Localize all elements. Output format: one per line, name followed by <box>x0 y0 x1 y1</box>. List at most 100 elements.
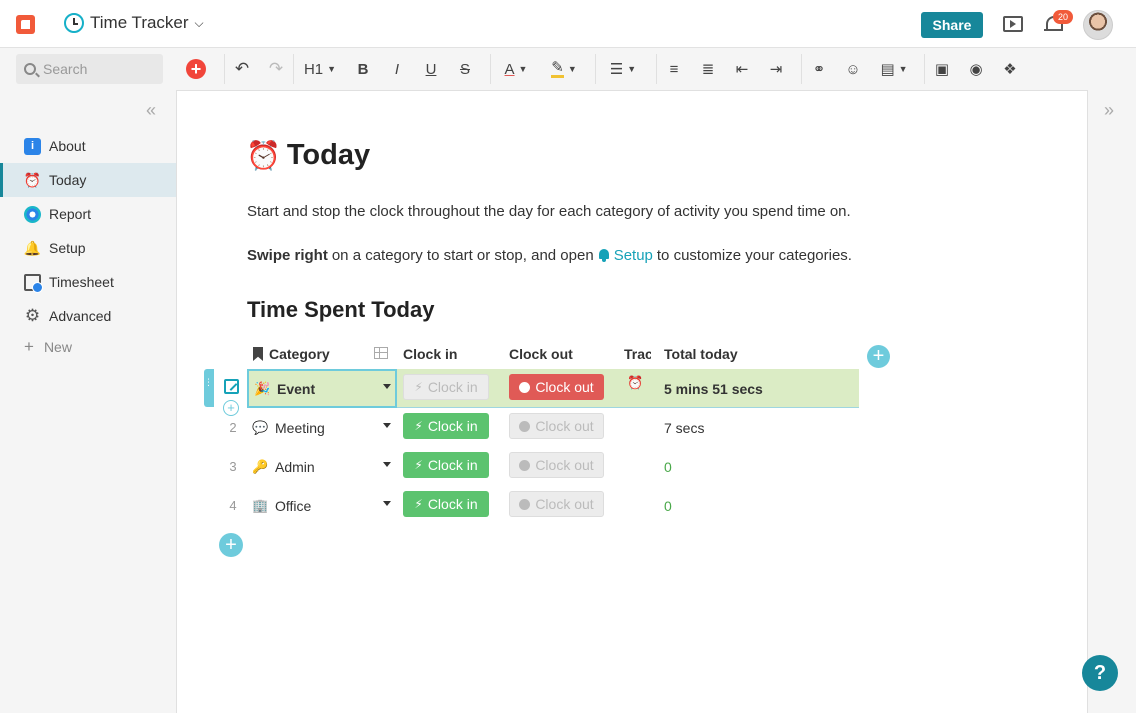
clock-out-button[interactable]: Clock out <box>509 374 604 400</box>
new-page-label: New <box>43 339 72 355</box>
row-number: 3 <box>229 459 237 474</box>
column-header-category[interactable]: Category <box>253 343 363 365</box>
sidebar-item-timesheet[interactable]: Timesheet <box>0 265 176 299</box>
text-color-menu[interactable]: A ▼ <box>491 54 541 84</box>
map-button[interactable]: ▣ <box>925 54 959 84</box>
packs-button[interactable]: ❖ <box>993 54 1027 84</box>
sidebar-item-today[interactable]: ⏰ Today <box>0 163 176 197</box>
sidebar-item-setup[interactable]: 🔔 Setup <box>0 231 176 265</box>
category-cell[interactable]: 🎉 Event <box>247 369 397 408</box>
clock-in-button[interactable]: ⚡ Clock in <box>403 491 489 517</box>
add-column-button[interactable]: + <box>867 345 890 368</box>
category-cell[interactable]: 🔑 Admin <box>247 447 397 486</box>
doc-title-menu[interactable]: Time Tracker ⌵ <box>64 13 204 33</box>
column-header-clock-out[interactable]: Clock out <box>509 343 599 365</box>
strikethrough-button[interactable]: S <box>448 54 482 84</box>
clock-out-label: Clock out <box>535 457 594 473</box>
row-number: 4 <box>229 498 237 513</box>
comment-menu[interactable]: ▤ ▼ <box>870 54 918 84</box>
lightning-icon: ⚡ <box>414 497 423 511</box>
underline-button[interactable]: U <box>414 54 448 84</box>
bold-button[interactable]: B <box>346 54 380 84</box>
column-label: Clock in <box>403 346 458 362</box>
top-bar: Time Tracker ⌵ Share 20 <box>0 0 1136 48</box>
category-cell[interactable]: 🏢 Office <box>247 486 397 525</box>
notification-count-badge: 20 <box>1053 10 1073 24</box>
clock-out-button[interactable]: Clock out <box>509 413 604 439</box>
present-icon[interactable] <box>1003 16 1023 32</box>
category-label: Admin <box>275 458 315 475</box>
share-button[interactable]: Share <box>921 12 983 38</box>
category-dropdown-icon[interactable] <box>383 501 391 506</box>
highlight-menu[interactable]: ✎ ▼ <box>541 54 587 84</box>
collapse-sidebar-icon[interactable]: « <box>146 100 156 121</box>
link-button[interactable]: ⚭ <box>802 54 836 84</box>
outdent-button[interactable]: ⇤ <box>725 54 759 84</box>
clock-in-button[interactable]: ⚡ Clock in <box>403 374 489 400</box>
clock-out-button[interactable]: Clock out <box>509 491 604 517</box>
insert-row-button[interactable]: + <box>223 400 239 416</box>
drag-handle-icon[interactable]: ⋮⋮ <box>204 369 222 407</box>
help-button[interactable]: ? <box>1082 655 1118 691</box>
clock-in-button[interactable]: ⚡ Clock in <box>403 413 489 439</box>
column-header-clock-in[interactable]: Clock in <box>403 343 493 365</box>
setup-link-label: Setup <box>613 247 653 264</box>
map-icon: ▣ <box>934 61 950 78</box>
column-header-tracking[interactable]: Tracking <box>624 343 651 365</box>
new-page-button[interactable]: + New <box>0 333 176 361</box>
setup-link[interactable]: Setup <box>598 247 653 264</box>
stop-dot-icon <box>519 381 531 393</box>
insert-button[interactable]: + <box>180 54 212 84</box>
align-left-icon: ☰ <box>609 61 624 78</box>
category-dropdown-icon[interactable] <box>383 462 391 467</box>
indent-button[interactable]: ⇥ <box>759 54 793 84</box>
add-row-button[interactable]: + <box>219 533 243 557</box>
column-label: Total today <box>664 346 738 362</box>
expand-row-icon[interactable] <box>224 379 239 394</box>
sidebar-item-report[interactable]: Report <box>0 197 176 231</box>
page-title: Today <box>286 139 371 171</box>
info-icon: i <box>24 137 41 155</box>
category-cell[interactable]: 💬 Meeting <box>247 408 397 447</box>
automation-button[interactable]: ◉ <box>959 54 993 84</box>
align-menu[interactable]: ☰ ▼ <box>596 54 650 84</box>
plus-icon: + <box>24 337 34 356</box>
table-row[interactable]: 4 🏢 Office ⚡ Clock in Clock out 0 <box>229 486 859 525</box>
chevron-down-icon: ⌵ <box>194 15 204 30</box>
sidebar-item-about[interactable]: i About <box>0 129 176 163</box>
tracking-alarm-icon: ⏰ <box>627 375 644 390</box>
table-row[interactable]: 3 🔑 Admin ⚡ Clock in Clock out 0 <box>229 447 859 486</box>
clock-in-button[interactable]: ⚡ Clock in <box>403 452 489 478</box>
bullet-list-button[interactable]: ≡ <box>657 54 691 84</box>
app-logo[interactable] <box>16 15 35 34</box>
redo-button[interactable]: ↷ <box>259 54 293 84</box>
search-input[interactable] <box>43 61 153 77</box>
undo-button[interactable]: ↶ <box>225 54 259 84</box>
table-row[interactable]: 🎉 Event ⚡ Clock in Clock out ⏰ 5 mins 51… <box>247 369 859 408</box>
column-header-total[interactable]: Total today <box>664 343 784 365</box>
italic-button[interactable]: I <box>380 54 414 84</box>
table-view-icon[interactable] <box>374 347 388 359</box>
lightning-icon: ⚡ <box>414 380 423 394</box>
expand-panel-icon[interactable]: » <box>1104 100 1114 121</box>
section-heading: Time Spent Today <box>247 297 435 322</box>
sidebar-item-advanced[interactable]: ⚙ Advanced <box>0 299 176 333</box>
bell-icon: 🔔 <box>23 239 42 256</box>
sidebar-item-label: Today <box>49 172 87 188</box>
stop-dot-icon <box>519 498 531 510</box>
emoji-button[interactable]: ☺ <box>836 54 870 84</box>
key-icon: 🔑 <box>252 458 269 474</box>
user-avatar[interactable] <box>1083 10 1113 40</box>
search-box[interactable] <box>16 54 163 84</box>
category-dropdown-icon[interactable] <box>383 423 391 428</box>
table-row[interactable]: 2 💬 Meeting ⚡ Clock in Clock out 7 secs <box>229 408 859 447</box>
clock-out-button[interactable]: Clock out <box>509 452 604 478</box>
row-number: 2 <box>229 420 237 435</box>
page-title-row: ⏰ Today <box>246 139 370 172</box>
category-dropdown-icon[interactable] <box>383 384 391 389</box>
heading-menu[interactable]: H1 ▼ <box>294 54 346 84</box>
indent-icon: ⇥ <box>769 61 783 78</box>
column-label: Category <box>269 346 330 362</box>
numbered-list-button[interactable]: ≣ <box>691 54 725 84</box>
comment-icon: ▤ <box>880 61 895 78</box>
